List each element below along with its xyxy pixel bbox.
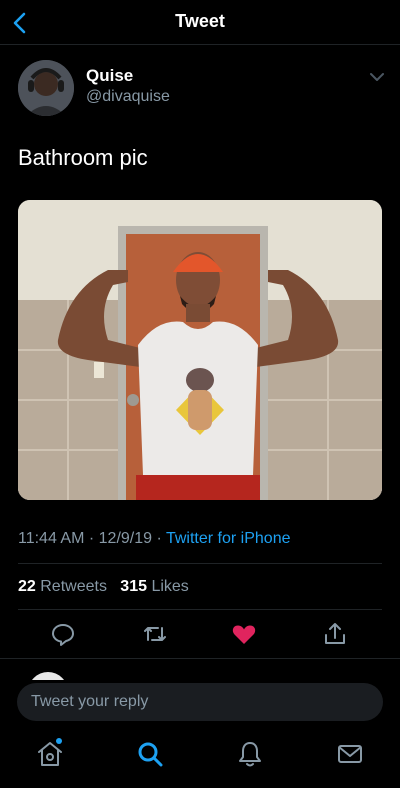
likes-stat[interactable]: 315 Likes bbox=[120, 578, 189, 595]
likes-count: 315 bbox=[120, 578, 147, 595]
bell-icon[interactable] bbox=[234, 738, 266, 770]
reply-avatar-peek bbox=[28, 664, 68, 680]
tweet-time: 11:44 AM bbox=[18, 530, 85, 547]
home-notification-dot bbox=[56, 738, 62, 744]
top-bar: Tweet bbox=[0, 0, 400, 45]
tweet-meta: 11:44 AM · 12/9/19 · Twitter for iPhone bbox=[18, 530, 290, 548]
meta-separator: · bbox=[156, 530, 162, 547]
tab-bar bbox=[0, 730, 400, 788]
tweet-date: 12/9/19 bbox=[98, 530, 153, 547]
tweet-source-link[interactable]: Twitter for iPhone bbox=[166, 530, 291, 547]
retweets-count: 22 bbox=[18, 578, 36, 595]
share-icon[interactable] bbox=[321, 620, 349, 648]
page-title: Tweet bbox=[175, 11, 225, 31]
comment-icon[interactable] bbox=[49, 620, 77, 648]
heart-icon[interactable] bbox=[230, 620, 258, 648]
divider bbox=[18, 563, 382, 564]
search-icon[interactable] bbox=[134, 738, 166, 770]
author-handle[interactable]: @divaquise bbox=[86, 88, 170, 106]
envelope-icon[interactable] bbox=[334, 738, 366, 770]
meta-separator: · bbox=[88, 530, 95, 547]
reply-placeholder: Tweet your reply bbox=[31, 693, 149, 710]
tweet-text: Bathroom pic bbox=[18, 145, 148, 170]
author-name[interactable]: Quise bbox=[86, 66, 133, 86]
divider bbox=[0, 658, 400, 659]
divider bbox=[18, 609, 382, 610]
retweet-icon[interactable] bbox=[141, 620, 169, 648]
retweets-label: Retweets bbox=[40, 578, 107, 595]
retweets-stat[interactable]: 22 Retweets bbox=[18, 578, 111, 595]
likes-label: Likes bbox=[151, 578, 189, 595]
tweet-photo[interactable] bbox=[18, 200, 382, 500]
avatar[interactable] bbox=[18, 60, 74, 116]
chevron-down-icon[interactable] bbox=[368, 70, 386, 84]
tweet-stats: 22 Retweets 315 Likes bbox=[18, 578, 189, 596]
reply-input[interactable]: Tweet your reply bbox=[17, 683, 383, 721]
action-bar bbox=[0, 620, 400, 648]
